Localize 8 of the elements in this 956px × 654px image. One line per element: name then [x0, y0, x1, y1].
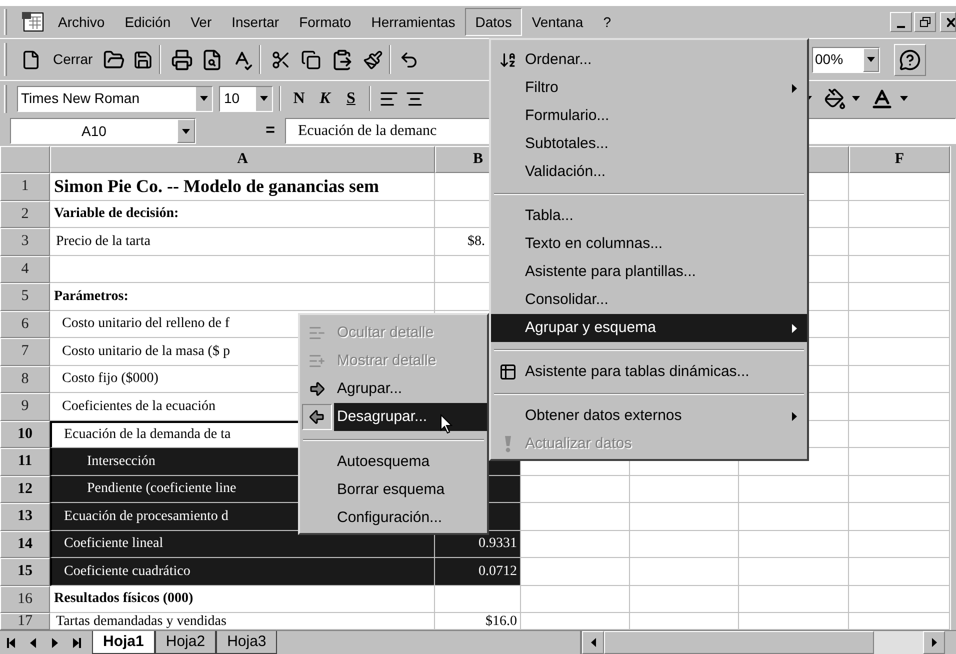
table-cell: Coeficiente cuadrático	[50, 558, 435, 586]
table-cell: Precio de la tarta	[50, 228, 435, 256]
table-cell: Simon Pie Co. -- Modelo de ganancias sem	[50, 173, 435, 200]
table-cell: Variable de decisión:	[50, 200, 435, 228]
table-cell: Coeficiente lineal	[50, 530, 435, 558]
table-cell: 0.0712	[435, 558, 521, 586]
table-cell: Parámetros:	[50, 283, 435, 310]
table-cell: Resultados físicos (000)	[50, 586, 435, 613]
